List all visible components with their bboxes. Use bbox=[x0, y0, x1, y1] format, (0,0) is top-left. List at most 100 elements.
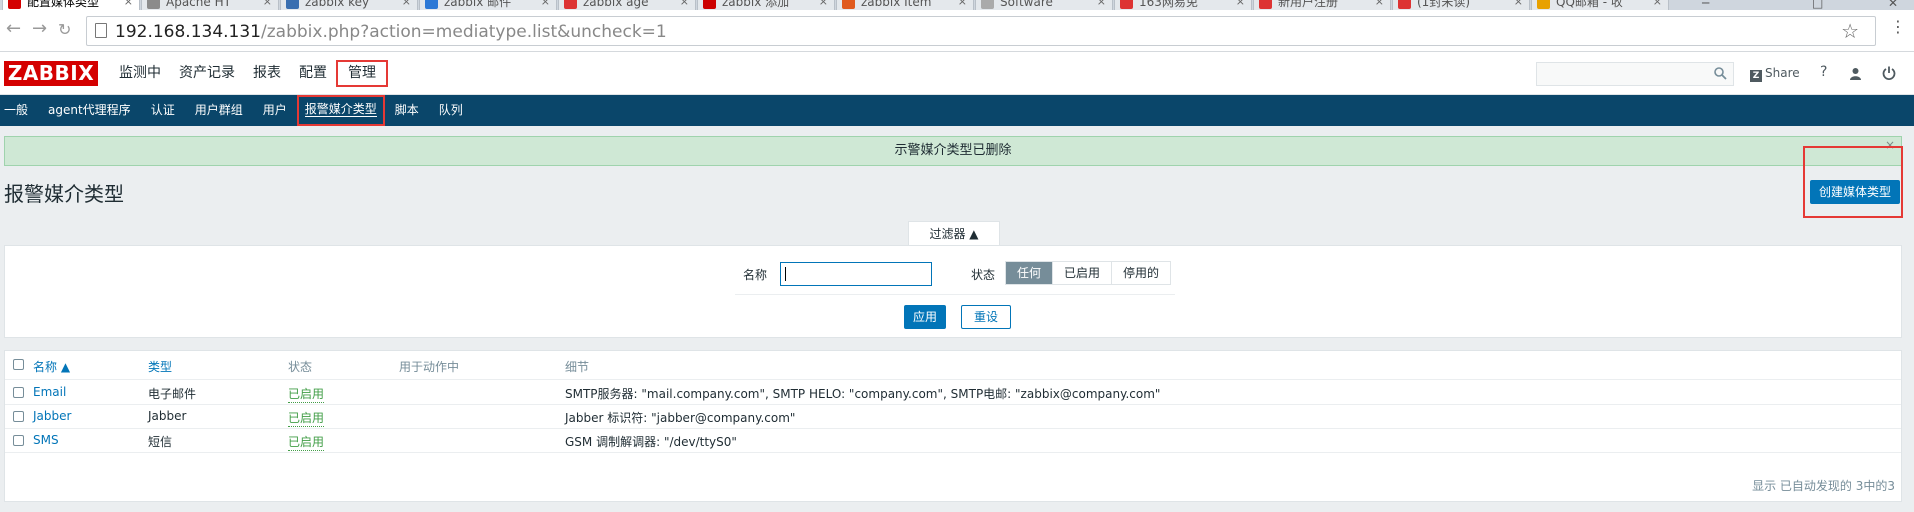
browser-tab[interactable]: 配置媒体类型 × bbox=[2, 0, 140, 10]
filter-panel: 名称 状态 任何 已启用 停用的 应用 重设 bbox=[4, 245, 1902, 338]
user-profile-icon[interactable] bbox=[1849, 67, 1862, 80]
subnav-item-label: 一般 bbox=[4, 103, 29, 117]
browser-tab[interactable]: zabbix age × bbox=[558, 0, 696, 10]
subnav-item[interactable]: 认证 bbox=[141, 95, 185, 126]
filter-name-label: 名称 bbox=[743, 268, 768, 282]
main-menu-item[interactable]: 资产记录 bbox=[170, 52, 244, 95]
subnav-item[interactable]: 用户 bbox=[253, 95, 297, 126]
sign-out-icon[interactable] bbox=[1882, 66, 1896, 80]
row-checkbox[interactable] bbox=[13, 435, 24, 446]
tab-close-icon[interactable]: × bbox=[1097, 0, 1106, 9]
browser-tab[interactable]: (1封未读) × bbox=[1392, 0, 1530, 10]
browser-tab[interactable]: Software × bbox=[975, 0, 1113, 10]
success-message-text: 示警媒介类型已删除 bbox=[894, 143, 1012, 158]
subnav-item[interactable]: 队列 bbox=[429, 95, 473, 126]
forward-arrow-icon[interactable]: → bbox=[32, 18, 47, 39]
filter-name-input[interactable] bbox=[780, 262, 932, 286]
filter-status-option[interactable]: 任何 bbox=[1006, 262, 1054, 284]
reset-filter-button[interactable]: 重设 bbox=[961, 305, 1011, 329]
tab-close-icon[interactable]: × bbox=[1375, 0, 1384, 9]
tab-close-icon[interactable]: × bbox=[1236, 0, 1245, 9]
browser-tab[interactable]: zabbix 添加 × bbox=[697, 0, 835, 10]
main-menu-item[interactable]: 监测中 bbox=[110, 52, 170, 95]
filter-status-option[interactable]: 已启用 bbox=[1053, 262, 1113, 284]
filter-status-option[interactable]: 停用的 bbox=[1112, 262, 1171, 284]
browser-tab-title: QQ邮箱 - 收 bbox=[1556, 0, 1623, 9]
media-type-name-link[interactable]: Email bbox=[33, 385, 66, 399]
tab-close-icon[interactable]: × bbox=[124, 0, 133, 9]
subnav-item[interactable]: 一般 bbox=[2, 95, 38, 126]
browser-tab[interactable]: zabbix Item × bbox=[836, 0, 974, 10]
tab-close-icon[interactable]: × bbox=[1514, 0, 1523, 9]
browser-tab[interactable]: Apache HT × bbox=[141, 0, 279, 10]
table-row: Jabber Jabber 已启用 Jabber 标识符: "jabber@compa… bbox=[5, 405, 1901, 429]
subnav-item[interactable]: 报警媒介类型 bbox=[296, 95, 385, 126]
page-title: 报警媒介类型 bbox=[4, 182, 124, 206]
url-host: 192.168.134.131 bbox=[115, 22, 262, 42]
global-search-input[interactable] bbox=[1536, 62, 1734, 86]
help-icon[interactable]: ? bbox=[1820, 64, 1827, 80]
reload-icon[interactable]: ↻ bbox=[58, 20, 71, 39]
subnav-item[interactable]: 用户群组 bbox=[185, 95, 253, 126]
browser-tab[interactable]: QQ邮箱 - 收 × bbox=[1531, 0, 1669, 10]
media-type-name-link[interactable]: Jabber bbox=[33, 409, 71, 423]
media-type-status-toggle[interactable]: 已启用 bbox=[288, 385, 325, 403]
search-icon[interactable] bbox=[1714, 67, 1727, 80]
maximize-window-icon[interactable]: □ bbox=[1812, 0, 1823, 10]
tab-close-icon[interactable]: × bbox=[819, 0, 828, 9]
back-arrow-icon[interactable]: ← bbox=[6, 18, 21, 39]
browser-tab[interactable]: 新用户注册 × bbox=[1253, 0, 1391, 10]
column-header-details: 细节 bbox=[565, 360, 590, 374]
media-type-name-link[interactable]: SMS bbox=[33, 433, 59, 447]
subnav-item[interactable]: 脚本 bbox=[385, 95, 429, 126]
tab-favicon-icon bbox=[981, 0, 994, 9]
url-text[interactable]: 192.168.134.131/zabbix.php?action=mediat… bbox=[115, 22, 667, 42]
media-type-status-toggle[interactable]: 已启用 bbox=[288, 409, 325, 427]
browser-tab[interactable]: 163网易免 × bbox=[1114, 0, 1252, 10]
subnav-item[interactable]: agent代理程序 bbox=[38, 95, 141, 126]
share-button[interactable]: Z Share bbox=[1750, 66, 1800, 82]
tab-favicon-icon bbox=[425, 0, 438, 9]
tab-close-icon[interactable]: × bbox=[541, 0, 550, 9]
table-row: SMS 短信 已启用 GSM 调制解调器: "/dev/ttyS0" bbox=[5, 429, 1901, 453]
media-types-table: 名称 ▲ 类型 状态 用于动作中 细节 Email 电子邮件 已启用 SMTP服务器:… bbox=[4, 350, 1902, 502]
select-all-checkbox[interactable] bbox=[13, 359, 24, 370]
browser-tab-title: 163网易免 bbox=[1139, 0, 1198, 9]
column-header-type[interactable]: 类型 bbox=[148, 358, 172, 375]
main-menu-item[interactable]: 配置 bbox=[290, 52, 336, 95]
bookmark-star-icon[interactable]: ☆ bbox=[1841, 19, 1859, 43]
subnav-item-label: 用户 bbox=[262, 103, 287, 117]
row-checkbox[interactable] bbox=[13, 387, 24, 398]
browser-tab[interactable]: zabbix key × bbox=[280, 0, 418, 10]
media-type-details: Jabber 标识符: "jabber@company.com" bbox=[565, 411, 796, 425]
create-button-highlight: 创建媒体类型 bbox=[1803, 146, 1903, 218]
minimize-window-icon[interactable]: ─ bbox=[1702, 0, 1709, 10]
tab-close-icon[interactable]: × bbox=[402, 0, 411, 9]
table-row: Email 电子邮件 已启用 SMTP服务器: "mail.company.com",… bbox=[5, 381, 1901, 405]
table-header-row: 名称 ▲ 类型 状态 用于动作中 细节 bbox=[5, 351, 1901, 380]
media-type-status-toggle[interactable]: 已启用 bbox=[288, 433, 325, 451]
close-window-icon[interactable]: ✕ bbox=[1888, 0, 1898, 10]
tab-close-icon[interactable]: × bbox=[1653, 0, 1662, 9]
tab-close-icon[interactable]: × bbox=[958, 0, 967, 9]
browser-tab-title: zabbix Item bbox=[861, 0, 932, 9]
main-menu-item[interactable]: 管理 bbox=[336, 60, 388, 87]
apply-filter-button[interactable]: 应用 bbox=[904, 305, 946, 329]
address-bar[interactable]: 192.168.134.131/zabbix.php?action=mediat… bbox=[86, 16, 1876, 46]
zabbix-logo[interactable]: ZABBIX bbox=[4, 61, 98, 86]
main-menu-item[interactable]: 报表 bbox=[244, 52, 290, 95]
browser-tab-title: (1封未读) bbox=[1417, 0, 1470, 9]
filter-toggle-tab[interactable]: 过滤器 ▲ bbox=[908, 221, 1000, 246]
create-media-type-button[interactable]: 创建媒体类型 bbox=[1810, 180, 1900, 204]
tab-favicon-icon bbox=[703, 0, 716, 9]
tab-close-icon[interactable]: × bbox=[263, 0, 272, 9]
browser-tab[interactable]: zabbix 邮件 × bbox=[419, 0, 557, 10]
row-checkbox[interactable] bbox=[13, 411, 24, 422]
column-header-status: 状态 bbox=[288, 360, 313, 374]
tab-close-icon[interactable]: × bbox=[680, 0, 689, 9]
share-label: Share bbox=[1765, 66, 1800, 80]
success-message: 示警媒介类型已删除 × bbox=[4, 136, 1902, 166]
browser-tab-title: Apache HT bbox=[166, 0, 231, 9]
browser-menu-icon[interactable]: ⋮ bbox=[1890, 17, 1906, 36]
column-header-name[interactable]: 名称 ▲ bbox=[33, 358, 70, 375]
